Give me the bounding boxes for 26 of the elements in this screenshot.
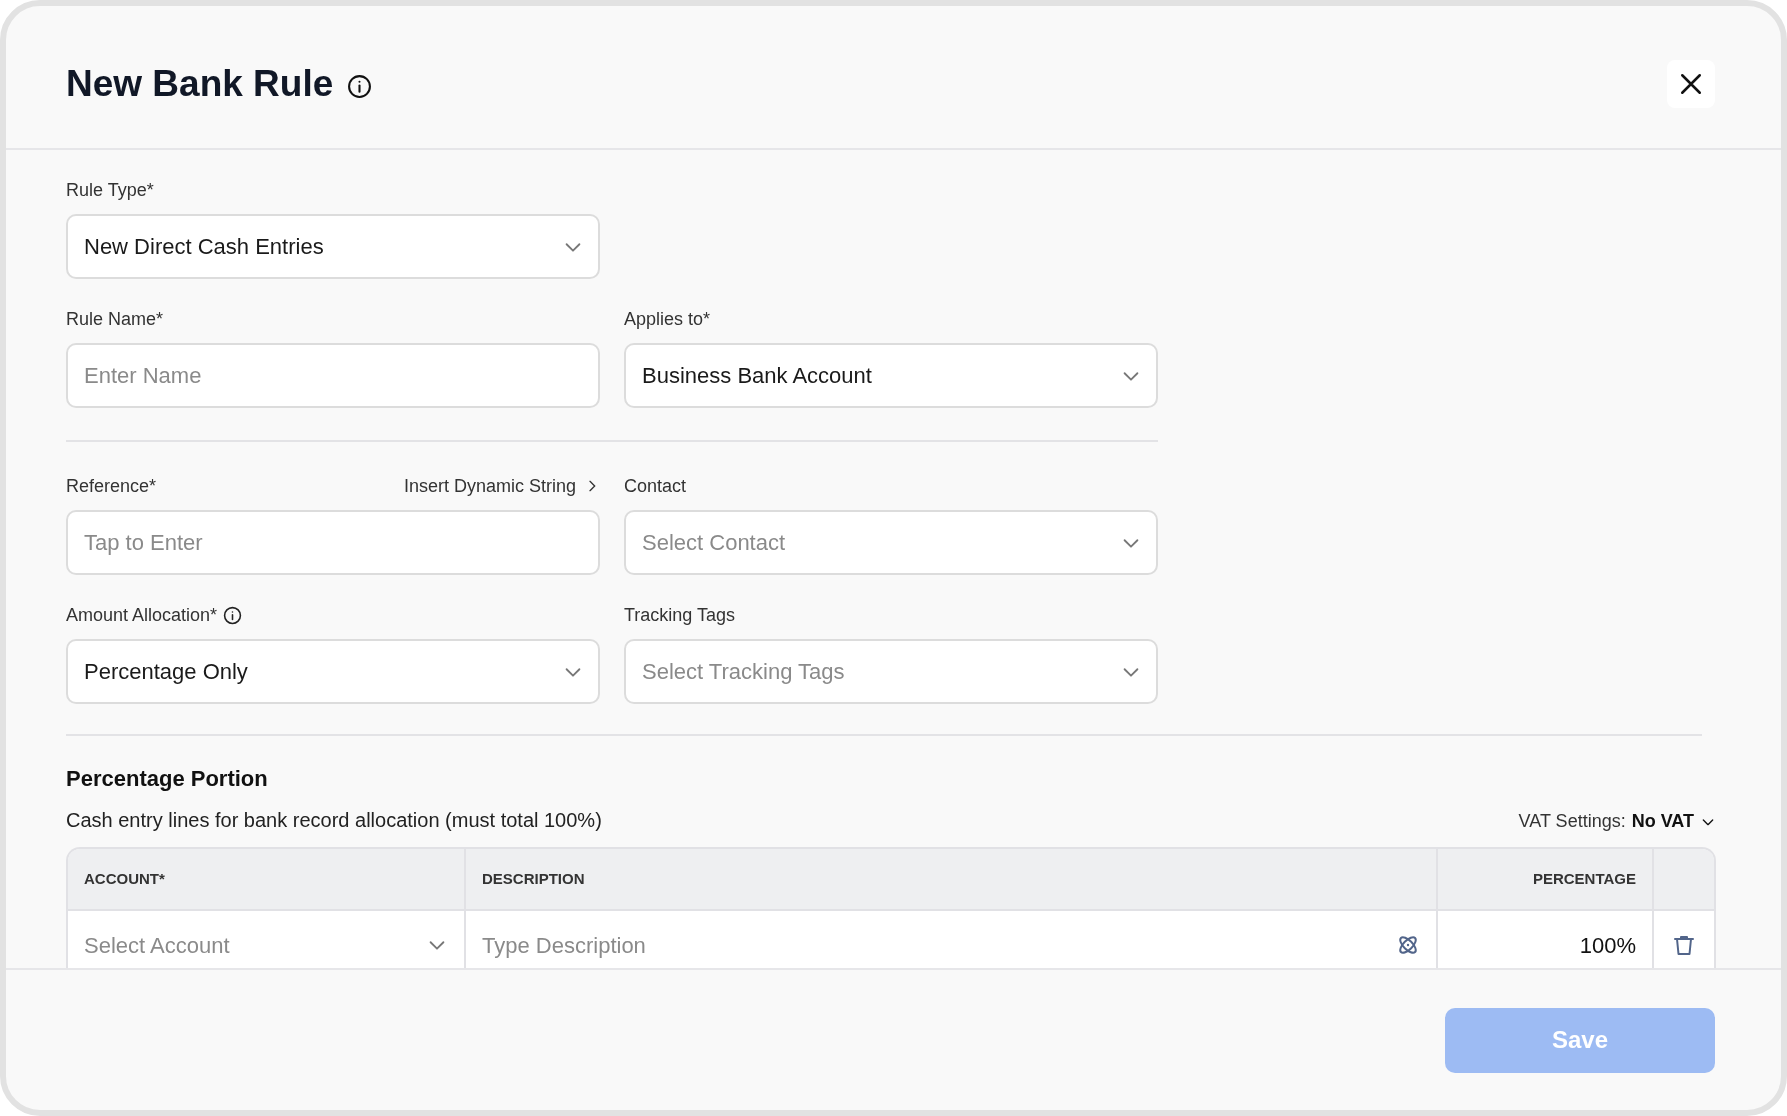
field-label: Contact <box>624 474 687 498</box>
field-label: Tracking Tags <box>624 603 736 627</box>
input-field[interactable]: Tap to Enter <box>66 510 600 575</box>
orbit-icon[interactable] <box>1396 933 1420 957</box>
select-field[interactable]: Percentage Only <box>66 639 600 704</box>
input-field[interactable]: Enter Name <box>66 343 600 408</box>
select-field[interactable]: Business Bank Account <box>624 343 1158 408</box>
field-label: Reference* <box>66 474 157 498</box>
field-label: Amount Allocation* <box>66 603 218 627</box>
info-icon[interactable] <box>347 73 373 99</box>
column-header: ACCOUNT* <box>68 849 466 909</box>
column-header: DESCRIPTION <box>466 849 1438 909</box>
select-field[interactable]: New Direct Cash Entries <box>66 214 600 279</box>
section-title: Percentage Portion <box>66 765 269 793</box>
dialog-title: New Bank Rule <box>66 62 334 107</box>
field-label: Rule Name* <box>66 307 164 331</box>
insert-dynamic-string-link[interactable]: Insert Dynamic String <box>403 472 600 500</box>
section-subtitle: Cash entry lines for bank record allocation (must total 100%) <box>66 808 602 833</box>
percentage-cell[interactable]: 100% <box>1438 911 1654 968</box>
column-header: PERCENTAGE <box>1438 849 1654 909</box>
close-button[interactable] <box>1667 60 1715 108</box>
vat-settings-dropdown[interactable]: VAT Settings: No VAT <box>1518 808 1716 835</box>
trash-icon[interactable] <box>1672 933 1696 957</box>
info-icon[interactable] <box>223 605 243 625</box>
field-label: Rule Type* <box>66 178 154 202</box>
field-label: Applies to* <box>624 307 711 331</box>
